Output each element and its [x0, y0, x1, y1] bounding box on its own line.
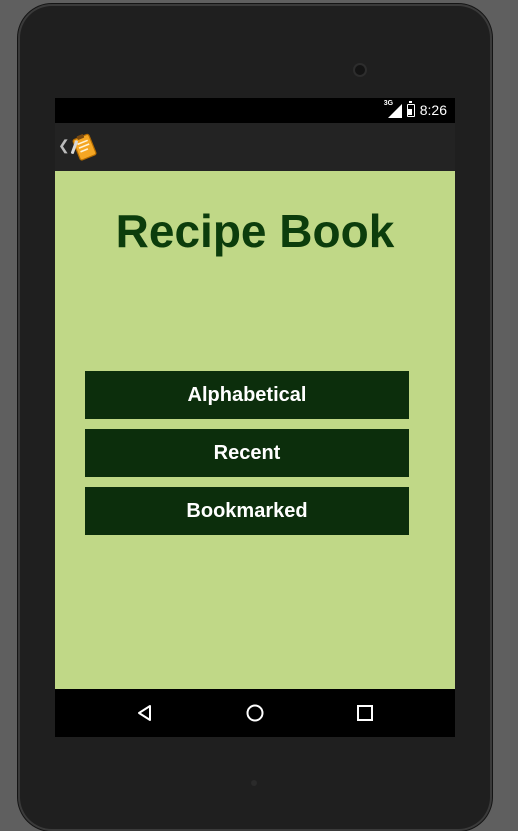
home-button[interactable]: [225, 689, 285, 737]
bookmarked-button[interactable]: Bookmarked: [85, 487, 409, 535]
signal-icon: 3G: [384, 100, 402, 118]
chevron-left-icon[interactable]: ❮: [58, 137, 70, 154]
navigation-bar: [55, 689, 455, 737]
page-title: Recipe Book: [115, 205, 395, 257]
recent-button[interactable]: Recent: [85, 429, 409, 477]
recipe-clipboard-icon[interactable]: [70, 131, 100, 163]
action-bar: ❮: [55, 123, 455, 172]
status-icons: 3G 8:26: [384, 100, 447, 118]
main-content: Recipe Book Alphabetical Recent Bookmark…: [55, 171, 455, 689]
recents-square-icon: [357, 705, 373, 721]
front-camera: [353, 63, 367, 77]
battery-icon: [406, 100, 415, 117]
back-button[interactable]: [115, 689, 175, 737]
recents-button[interactable]: [335, 689, 395, 737]
status-clock: 8:26: [419, 102, 447, 118]
notification-light: [251, 780, 257, 786]
device-screen: 3G 8:26 ❮ Recipe Book Alphabetical Recen…: [55, 98, 455, 737]
alphabetical-button[interactable]: Alphabetical: [85, 371, 409, 419]
home-circle-icon: [246, 704, 264, 722]
back-triangle-icon: [138, 705, 151, 721]
status-bar: 3G 8:26: [55, 98, 455, 123]
